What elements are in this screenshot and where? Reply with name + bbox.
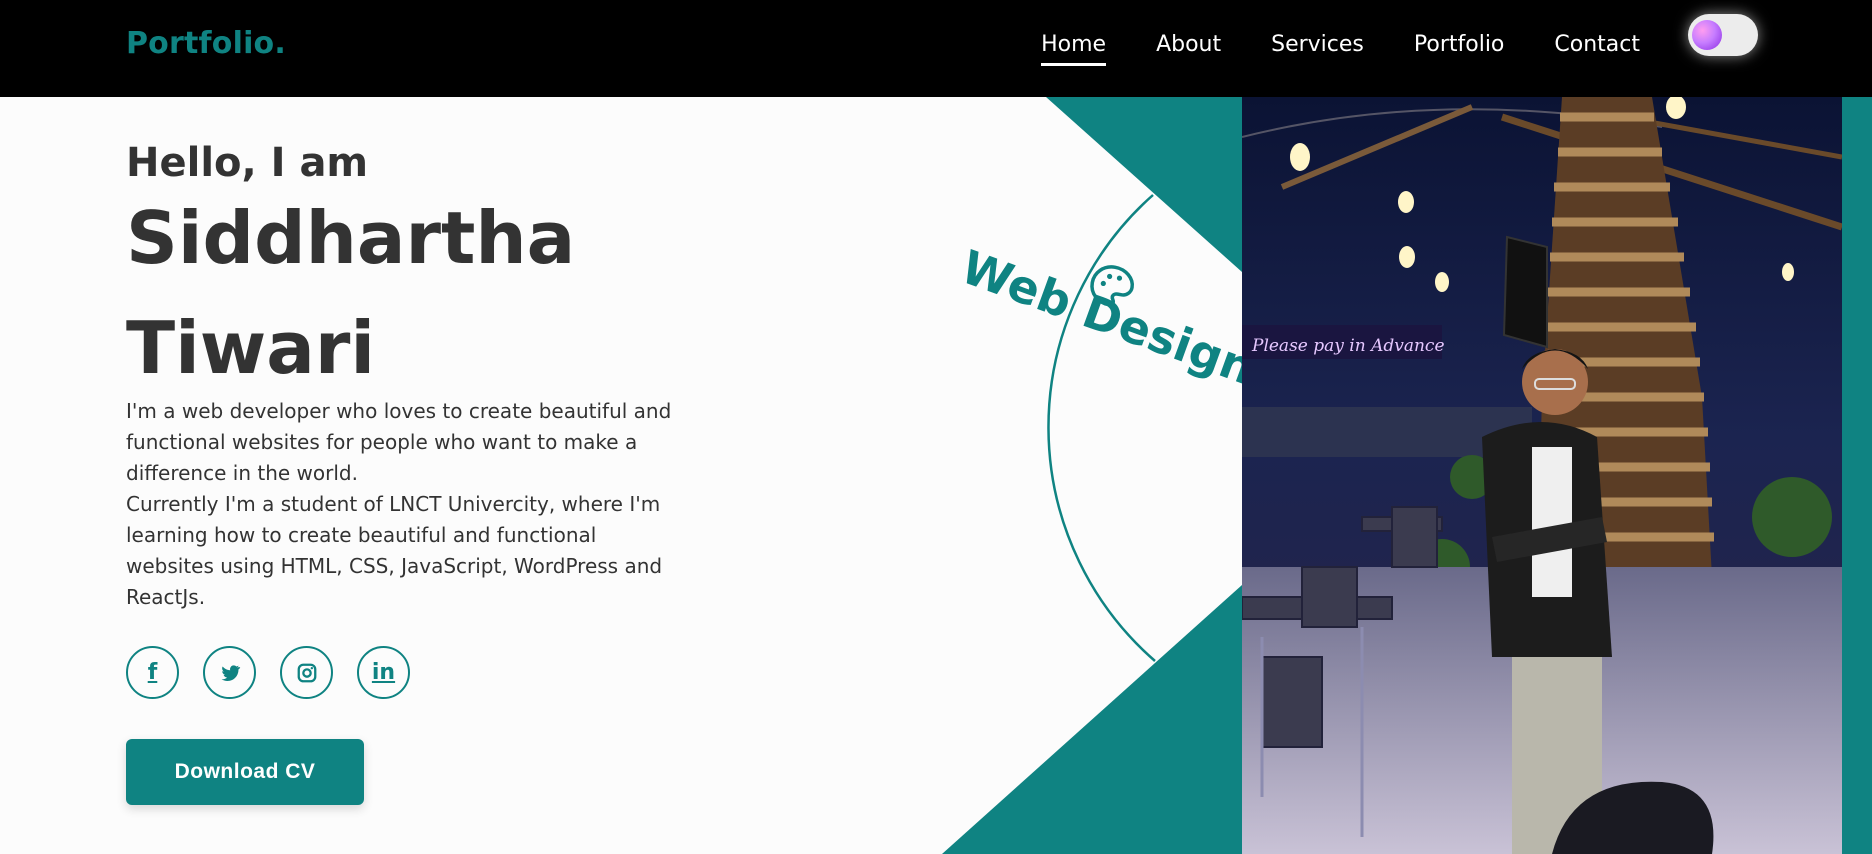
profile-photo-illustration: Please pay in Advance	[1242, 97, 1842, 854]
nav-home-link[interactable]: Home	[1041, 32, 1107, 66]
top-navbar: Portfolio. Home About Services Portfolio…	[0, 0, 1872, 97]
teal-edge-strip	[1842, 97, 1872, 854]
greeting-heading: Hello, I am	[126, 140, 369, 186]
bio-line: I'm a web developer who loves to create …	[126, 399, 672, 423]
name-line-2: Tiwari	[126, 306, 376, 390]
bio-paragraph: I'm a web developer who loves to create …	[126, 396, 726, 613]
facebook-icon: f	[147, 660, 158, 685]
teal-triangle-bottom	[942, 585, 1242, 854]
social-links: f in	[126, 646, 410, 699]
nav-contact-link[interactable]: Contact	[1554, 32, 1640, 66]
facebook-link[interactable]: f	[126, 646, 179, 699]
neon-sign-text: Please pay in Advance	[1251, 336, 1445, 356]
linkedin-icon: in	[371, 660, 396, 685]
profile-photo: Please pay in Advance	[1242, 97, 1842, 854]
name-line-1: Siddhartha	[126, 196, 576, 280]
bio-line: ReactJs.	[126, 585, 206, 609]
bio-line: websites using HTML, CSS, JavaScript, Wo…	[126, 554, 663, 578]
download-cv-button[interactable]: Download CV	[126, 739, 364, 805]
main-nav: Home About Services Portfolio Contact	[1041, 32, 1640, 66]
bio-line: functional websites for people who want …	[126, 430, 638, 454]
bio-line: learning how to create beautiful and fun…	[126, 523, 597, 547]
teal-triangle-top	[1046, 97, 1242, 272]
nav-about-link[interactable]: About	[1156, 32, 1221, 66]
twitter-icon	[221, 664, 240, 681]
bio-line: difference in the world.	[126, 461, 358, 485]
theme-toggle[interactable]	[1688, 14, 1758, 56]
site-logo[interactable]: Portfolio.	[126, 26, 286, 61]
instagram-icon	[297, 663, 316, 682]
nav-services-link[interactable]: Services	[1271, 32, 1364, 66]
nav-portfolio-link[interactable]: Portfolio	[1414, 32, 1505, 66]
toggle-knob	[1692, 20, 1722, 50]
bio-line: Currently I'm a student of LNCT Univerci…	[126, 492, 661, 516]
name-heading: Siddhartha Tiwari	[126, 183, 806, 403]
twitter-link[interactable]	[203, 646, 256, 699]
badge-arc	[1047, 194, 1156, 662]
instagram-link[interactable]	[280, 646, 333, 699]
linkedin-link[interactable]: in	[357, 646, 410, 699]
